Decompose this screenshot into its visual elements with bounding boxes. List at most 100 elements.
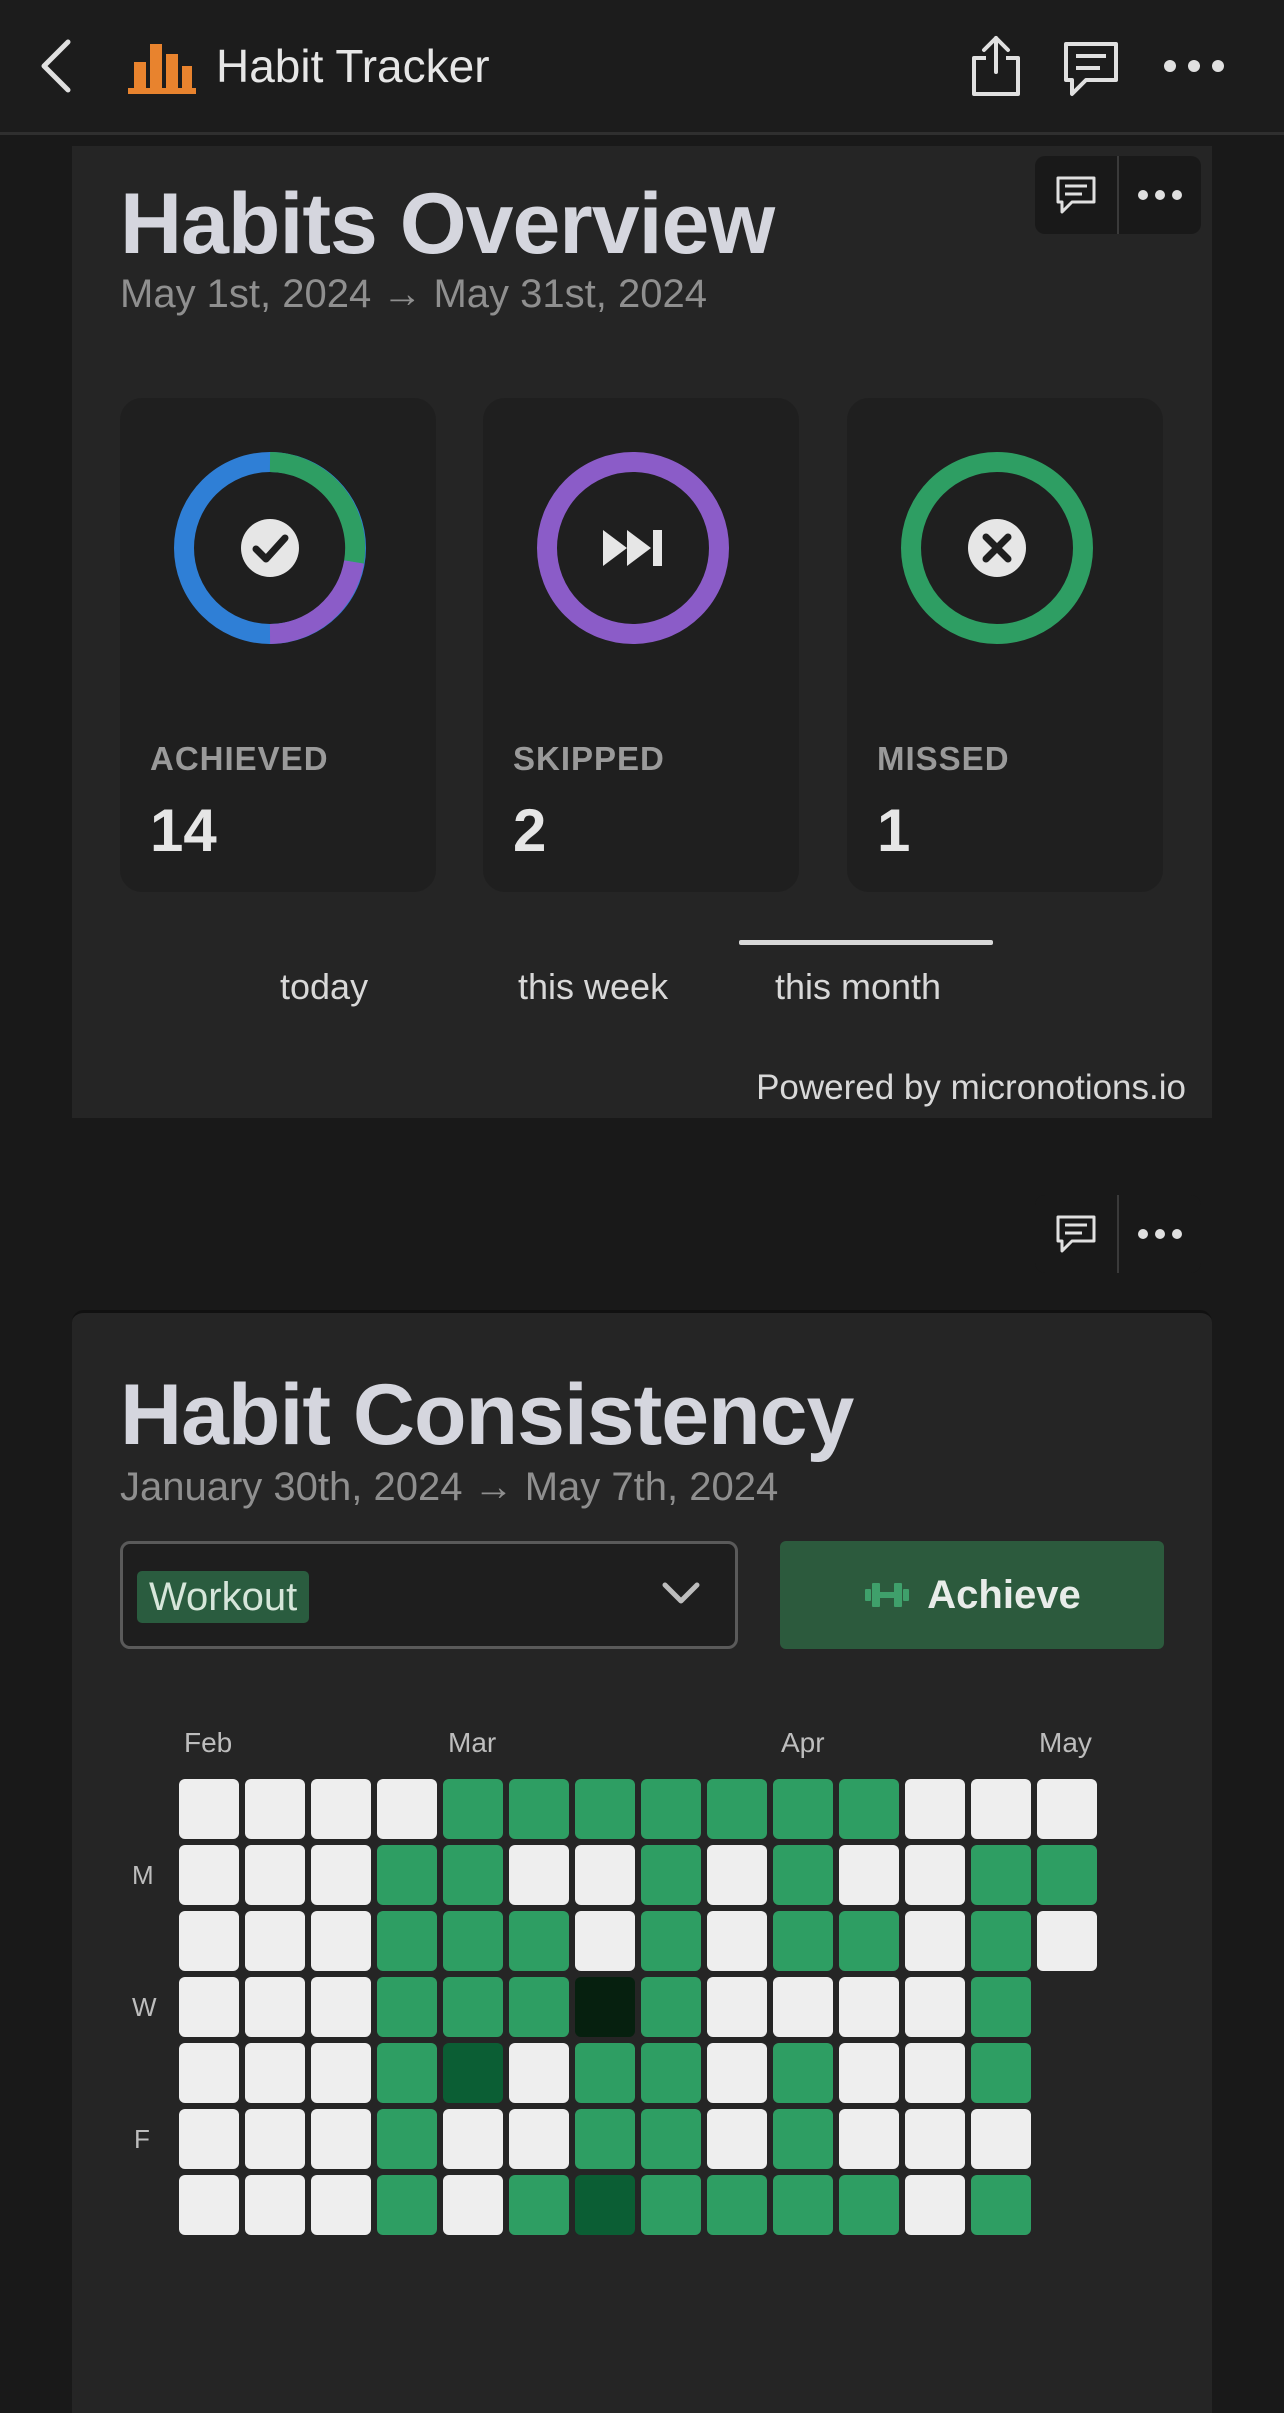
heatmap-cell[interactable]	[509, 1779, 569, 1839]
heatmap-cell[interactable]	[905, 1977, 965, 2037]
heatmap-cell[interactable]	[905, 2175, 965, 2235]
heatmap-cell[interactable]	[971, 2043, 1031, 2103]
heatmap-cell[interactable]	[377, 2109, 437, 2169]
heatmap-cell[interactable]	[311, 2109, 371, 2169]
heatmap-cell[interactable]	[179, 1845, 239, 1905]
heatmap-cell[interactable]	[179, 1977, 239, 2037]
heatmap-cell[interactable]	[311, 1977, 371, 2037]
heatmap-cell[interactable]	[707, 1911, 767, 1971]
more-options-icon[interactable]	[1162, 56, 1226, 76]
heatmap-cell[interactable]	[575, 2109, 635, 2169]
heatmap-cell[interactable]	[971, 1779, 1031, 1839]
heatmap-cell[interactable]	[443, 2175, 503, 2235]
heatmap-cell[interactable]	[311, 1845, 371, 1905]
heatmap-cell[interactable]	[707, 2109, 767, 2169]
heatmap-cell[interactable]	[707, 1977, 767, 2037]
tab-this-week[interactable]: this week	[518, 966, 668, 1008]
heatmap-cell[interactable]	[773, 1977, 833, 2037]
heatmap-cell[interactable]	[971, 1911, 1031, 1971]
heatmap-cell[interactable]	[509, 1845, 569, 1905]
heatmap-cell[interactable]	[641, 1845, 701, 1905]
heatmap-cell[interactable]	[509, 1911, 569, 1971]
heatmap-cell[interactable]	[311, 2175, 371, 2235]
heatmap-cell[interactable]	[575, 1977, 635, 2037]
heatmap-cell[interactable]	[905, 1779, 965, 1839]
heatmap-cell[interactable]	[575, 2043, 635, 2103]
habit-select[interactable]: Workout	[120, 1541, 738, 1649]
card-more-button[interactable]	[1119, 1195, 1201, 1273]
heatmap-cell[interactable]	[641, 2043, 701, 2103]
heatmap-cell[interactable]	[773, 2043, 833, 2103]
heatmap-cell[interactable]	[311, 1779, 371, 1839]
heatmap-cell[interactable]	[839, 1977, 899, 2037]
heatmap-cell[interactable]	[179, 1779, 239, 1839]
heatmap-cell[interactable]	[905, 2109, 965, 2169]
heatmap-cell[interactable]	[377, 1779, 437, 1839]
heatmap-cell[interactable]	[311, 1911, 371, 1971]
heatmap-cell[interactable]	[839, 2175, 899, 2235]
heatmap-cell[interactable]	[641, 1779, 701, 1839]
heatmap-cell[interactable]	[245, 2109, 305, 2169]
heatmap-cell[interactable]	[311, 2043, 371, 2103]
share-icon[interactable]	[968, 34, 1024, 98]
heatmap-cell[interactable]	[839, 2043, 899, 2103]
heatmap-cell[interactable]	[179, 1911, 239, 1971]
heatmap-cell[interactable]	[179, 2109, 239, 2169]
heatmap-cell[interactable]	[905, 2043, 965, 2103]
heatmap-cell[interactable]	[839, 2109, 899, 2169]
heatmap-cell[interactable]	[377, 2043, 437, 2103]
heatmap-cell[interactable]	[245, 1779, 305, 1839]
heatmap-cell[interactable]	[377, 1911, 437, 1971]
tab-this-month[interactable]: this month	[775, 966, 941, 1008]
heatmap-cell[interactable]	[179, 2043, 239, 2103]
heatmap-cell[interactable]	[509, 2043, 569, 2103]
heatmap-cell[interactable]	[443, 1779, 503, 1839]
heatmap-cell[interactable]	[641, 2109, 701, 2169]
heatmap-cell[interactable]	[707, 2043, 767, 2103]
heatmap-cell[interactable]	[1037, 1911, 1097, 1971]
card-comment-button[interactable]	[1035, 156, 1117, 234]
heatmap-cell[interactable]	[773, 2175, 833, 2235]
heatmap-cell[interactable]	[905, 1845, 965, 1905]
heatmap-cell[interactable]	[971, 1977, 1031, 2037]
heatmap-cell[interactable]	[443, 2109, 503, 2169]
heatmap-cell[interactable]	[773, 1779, 833, 1839]
heatmap-cell[interactable]	[245, 2175, 305, 2235]
heatmap-cell[interactable]	[509, 1977, 569, 2037]
heatmap-cell[interactable]	[179, 2175, 239, 2235]
heatmap-cell[interactable]	[1037, 1845, 1097, 1905]
heatmap-cell[interactable]	[773, 2109, 833, 2169]
achieve-button[interactable]: Achieve	[780, 1541, 1164, 1649]
powered-by-link[interactable]: Powered by micronotions.io	[756, 1068, 1186, 1108]
heatmap-cell[interactable]	[509, 2175, 569, 2235]
heatmap-cell[interactable]	[245, 1977, 305, 2037]
heatmap-cell[interactable]	[377, 1845, 437, 1905]
heatmap-cell[interactable]	[245, 1911, 305, 1971]
heatmap-cell[interactable]	[575, 1845, 635, 1905]
heatmap-cell[interactable]	[773, 1845, 833, 1905]
heatmap-cell[interactable]	[509, 2109, 569, 2169]
heatmap-cell[interactable]	[575, 2175, 635, 2235]
heatmap-cell[interactable]	[839, 1779, 899, 1839]
heatmap-cell[interactable]	[443, 1911, 503, 1971]
heatmap-cell[interactable]	[443, 1977, 503, 2037]
heatmap-cell[interactable]	[443, 1845, 503, 1905]
heatmap-cell[interactable]	[971, 2175, 1031, 2235]
heatmap-cell[interactable]	[971, 2109, 1031, 2169]
heatmap-cell[interactable]	[641, 1911, 701, 1971]
tab-today[interactable]: today	[280, 966, 368, 1008]
heatmap-cell[interactable]	[839, 1845, 899, 1905]
heatmap-cell[interactable]	[443, 2043, 503, 2103]
heatmap-cell[interactable]	[377, 2175, 437, 2235]
back-arrow-icon[interactable]	[32, 36, 82, 96]
heatmap-cell[interactable]	[707, 2175, 767, 2235]
heatmap-cell[interactable]	[377, 1977, 437, 2037]
heatmap-cell[interactable]	[245, 2043, 305, 2103]
heatmap-cell[interactable]	[707, 1779, 767, 1839]
heatmap-cell[interactable]	[971, 1845, 1031, 1905]
heatmap-cell[interactable]	[1037, 1779, 1097, 1839]
heatmap-cell[interactable]	[707, 1845, 767, 1905]
heatmap-cell[interactable]	[641, 1977, 701, 2037]
heatmap-cell[interactable]	[575, 1779, 635, 1839]
heatmap-cell[interactable]	[575, 1911, 635, 1971]
